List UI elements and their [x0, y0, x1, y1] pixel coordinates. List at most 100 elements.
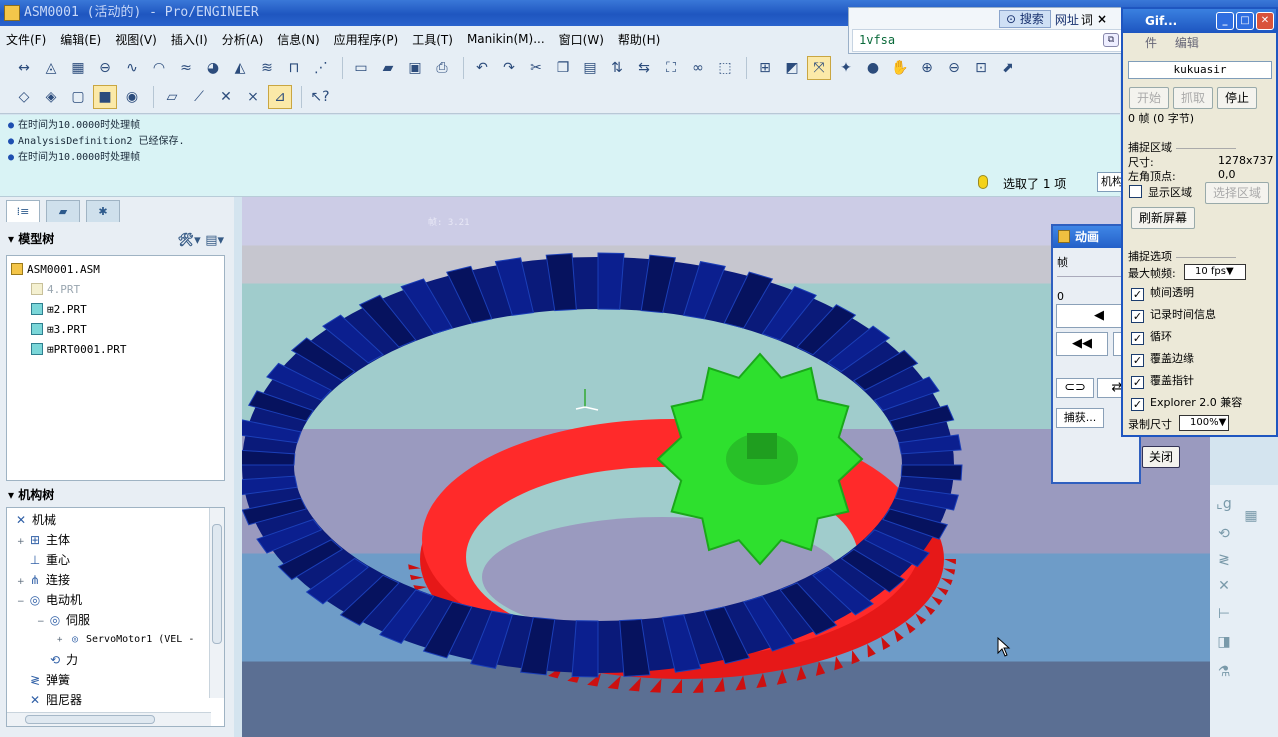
mass-tool-icon[interactable]: ◨	[1213, 631, 1235, 653]
expander-icon[interactable]: −	[17, 592, 27, 612]
web-word-button[interactable]: 词	[1081, 11, 1093, 28]
spin-center-icon[interactable]: ✦	[834, 56, 858, 80]
hidden-line-icon[interactable]: ◈	[39, 85, 63, 109]
copy-icon[interactable]: ❐	[551, 56, 575, 80]
cross-section-icon[interactable]: ⊖	[93, 56, 117, 80]
option-checkbox[interactable]: ✓ 覆盖指针	[1131, 372, 1194, 390]
menu-applications[interactable]: 应用程序(P)	[334, 31, 399, 48]
mech-item-motors[interactable]: − ◎ 电动机	[13, 590, 224, 610]
option-checkbox[interactable]: ✓ 循环	[1131, 328, 1172, 346]
datum-point-icon[interactable]: ✕	[214, 85, 238, 109]
mech-item-bodies[interactable]: + ⊞ 主体	[13, 530, 224, 550]
gif-menu-file[interactable]: 件	[1145, 36, 1157, 50]
no-hidden-icon[interactable]: ▢	[66, 85, 90, 109]
gravity-tool-icon[interactable]: ⌞g	[1213, 493, 1235, 515]
curvature-icon[interactable]: ≈	[174, 56, 198, 80]
find-icon[interactable]: ⛶	[659, 56, 683, 80]
zoom-fit-icon[interactable]: ⊡	[969, 56, 993, 80]
offset-analysis-icon[interactable]: ≋	[255, 56, 279, 80]
measure-area-icon[interactable]: ◬	[39, 56, 63, 80]
new-file-icon[interactable]: ▭	[349, 56, 373, 80]
mech-item-force[interactable]: ⟲ 力	[13, 650, 224, 670]
tree-item[interactable]: ⊞2.PRT	[11, 300, 220, 320]
analysis-tool-icon[interactable]: ⚗	[1213, 661, 1235, 683]
zoom-in-icon[interactable]: ⊕	[915, 56, 939, 80]
gif-menu-edit[interactable]: 编辑	[1175, 36, 1199, 50]
menu-insert[interactable]: 插入(I)	[171, 31, 208, 48]
axis-display-icon[interactable]: ⤧	[807, 56, 831, 80]
mech-item-springs[interactable]: ≷ 弹簧	[13, 670, 224, 690]
settings-icon[interactable]: 🛠▾	[178, 233, 201, 248]
mech-item-mechanism[interactable]: ✕ 机械	[13, 510, 224, 530]
mass-properties-icon[interactable]: ▦	[66, 56, 90, 80]
menu-analysis[interactable]: 分析(A)	[222, 31, 264, 48]
coordinate-system-icon[interactable]: ⨯	[241, 85, 265, 109]
model-tree-header[interactable]: ▾ 模型树 🛠▾ ▤▾	[0, 227, 234, 251]
surface-analysis-icon[interactable]: ◠	[147, 56, 171, 80]
shade-analysis-icon[interactable]: ◕	[201, 56, 225, 80]
expander-icon[interactable]: +	[17, 572, 27, 592]
open-folder-icon[interactable]: ▰	[376, 56, 400, 80]
tab-favorites[interactable]: ✱	[86, 200, 120, 222]
tree-item[interactable]: 4.PRT	[11, 280, 220, 300]
menu-view[interactable]: 视图(V)	[115, 31, 157, 48]
mech-item-servo[interactable]: − ◎ 伺服	[13, 610, 224, 630]
measure-distance-icon[interactable]: ↔	[12, 56, 36, 80]
menu-manikin[interactable]: Manikin(M)...	[467, 32, 545, 46]
max-fps-select[interactable]: 10 fps▼	[1184, 264, 1246, 280]
shaded-icon[interactable]: ■	[93, 85, 117, 109]
select-box-icon[interactable]: ⬚	[713, 56, 737, 80]
grab-button[interactable]: 抓取	[1173, 87, 1213, 109]
dihedral-icon[interactable]: ⊓	[282, 56, 306, 80]
scroll-thumb[interactable]	[25, 715, 155, 724]
reorient-icon[interactable]: ⬈	[996, 56, 1020, 80]
close-icon[interactable]: ✕	[1256, 12, 1274, 30]
shading-sphere-icon[interactable]: ●	[861, 56, 885, 80]
curve-analysis-icon[interactable]: ∿	[120, 56, 144, 80]
menu-help[interactable]: 帮助(H)	[618, 31, 660, 48]
spring-tool-icon[interactable]: ≷	[1213, 549, 1235, 571]
web-panel-close-icon[interactable]: ×	[1097, 12, 1107, 26]
scroll-thumb[interactable]	[212, 524, 222, 644]
maximize-icon[interactable]: □	[1236, 12, 1254, 30]
datum-tag-icon[interactable]: ⊿	[268, 85, 292, 109]
stop-button[interactable]: 停止	[1217, 87, 1257, 109]
draft-analysis-icon[interactable]: ◭	[228, 56, 252, 80]
tab-model-tree[interactable]: ⁞≡	[6, 200, 40, 222]
regen-manager-icon[interactable]: ⇆	[632, 56, 656, 80]
menu-file[interactable]: 文件(F)	[6, 31, 46, 48]
datum-plane-icon[interactable]: ▱	[160, 85, 184, 109]
undo-icon[interactable]: ↶	[470, 56, 494, 80]
mechanism-tree-vscroll[interactable]	[209, 508, 224, 698]
capture-button[interactable]: 捕获...	[1056, 408, 1104, 428]
option-checkbox[interactable]: ✓ 覆盖边缘	[1131, 350, 1194, 368]
menu-edit[interactable]: 编辑(E)	[60, 31, 101, 48]
paste-icon[interactable]: ▤	[578, 56, 602, 80]
repeat-button[interactable]: ⊂⊃	[1056, 378, 1094, 398]
grid-tool-icon[interactable]: ▦	[1240, 505, 1262, 527]
expander-icon[interactable]: +	[17, 532, 27, 552]
sketch-view-icon[interactable]: ◩	[780, 56, 804, 80]
mech-item-servomotor1[interactable]: + ◎ ServoMotor1 (VEL -	[13, 630, 224, 650]
regenerate-icon[interactable]: ⇅	[605, 56, 629, 80]
zoom-out-icon[interactable]: ⊖	[942, 56, 966, 80]
mechanism-tree-header[interactable]: ▾ 机构树	[0, 483, 234, 507]
record-size-select[interactable]: 100%▼	[1179, 415, 1229, 431]
expander-icon[interactable]: −	[37, 612, 47, 632]
servo-tool-icon[interactable]: ⟲	[1213, 523, 1235, 545]
mech-item-connections[interactable]: + ⋔ 连接	[13, 570, 224, 590]
mech-item-gravity[interactable]: ⊥ 重心	[13, 550, 224, 570]
option-checkbox[interactable]: ✓ Explorer 2.0 兼容	[1131, 394, 1242, 412]
cut-icon[interactable]: ✂	[524, 56, 548, 80]
enhanced-realism-icon[interactable]: ◉	[120, 85, 144, 109]
force-tool-icon[interactable]: ⊢	[1213, 603, 1235, 625]
close-button[interactable]: 关闭	[1142, 446, 1180, 468]
tab-folder-browser[interactable]: ▰	[46, 200, 80, 222]
expander-icon[interactable]: +	[57, 630, 67, 650]
show-region-checkbox[interactable]: 显示区域	[1129, 184, 1192, 202]
select-region-button[interactable]: 选择区域	[1205, 182, 1269, 204]
rewind-button[interactable]: ◀◀	[1056, 332, 1108, 356]
datum-axis-icon[interactable]: ⟋	[187, 85, 211, 109]
start-button[interactable]: 开始	[1129, 87, 1169, 109]
menu-tools[interactable]: 工具(T)	[412, 31, 453, 48]
